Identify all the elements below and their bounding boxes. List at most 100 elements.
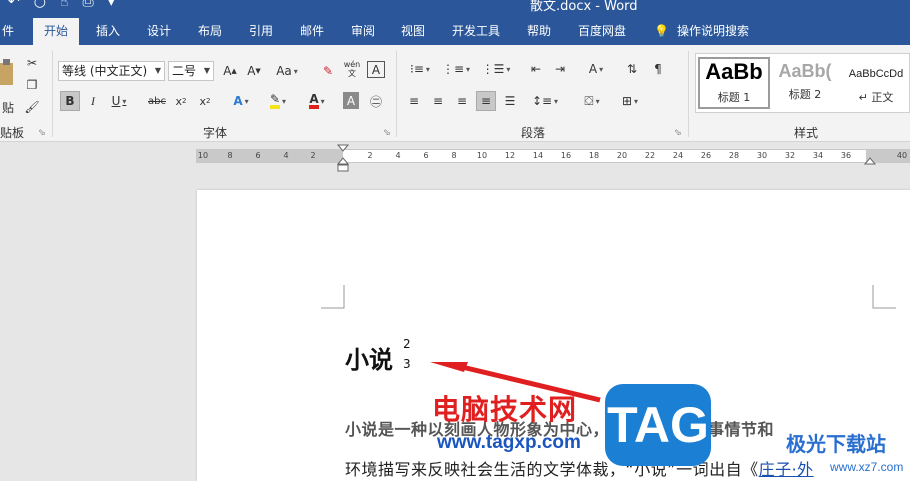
ruler-tick: 30 <box>756 151 768 160</box>
separator <box>396 51 397 137</box>
text-effects-icon[interactable]: A ▾ <box>226 91 256 111</box>
chevron-down-icon: ▼ <box>203 66 210 75</box>
italic-icon[interactable]: I <box>84 91 102 111</box>
ruler-tick: 2 <box>310 151 316 160</box>
underline-icon[interactable]: U ▾ <box>106 91 132 111</box>
clipboard-launcher-icon[interactable]: ⬂ <box>38 128 46 138</box>
style-heading-1[interactable]: AaBb 标题 1 <box>698 57 770 109</box>
copy-icon[interactable]: ❐ <box>24 75 40 95</box>
redo-icon[interactable]: ○ <box>34 0 46 16</box>
grow-font-icon[interactable]: A ▲ <box>220 61 240 81</box>
align-left-icon[interactable]: ≡ <box>404 91 424 111</box>
font-launcher-icon[interactable]: ⬂ <box>383 128 391 138</box>
ruler-tick: 6 <box>423 151 429 160</box>
increase-indent-icon[interactable]: ⇥ <box>550 59 570 79</box>
style-normal[interactable]: AaBbCcDd ↵ 正文 <box>842 57 910 109</box>
tab-file[interactable]: 件 <box>0 18 16 45</box>
tab-design[interactable]: 设计 <box>145 18 173 45</box>
phonetic-guide-icon[interactable]: wén 文 <box>342 59 362 79</box>
style-sample: AaBb <box>705 59 763 84</box>
align-center-icon[interactable]: ≡ <box>428 91 448 111</box>
tab-insert[interactable]: 插入 <box>94 18 122 45</box>
numbering-icon[interactable]: ⋮≡ ▾ <box>440 59 472 79</box>
document-heading[interactable]: 小说 2 3 <box>345 338 411 375</box>
character-border-icon[interactable]: A <box>367 61 385 78</box>
left-indent-marker[interactable] <box>337 144 349 172</box>
margin-corner-top-left <box>321 285 345 309</box>
paste-icon[interactable] <box>0 53 14 93</box>
font-name-combo[interactable]: 等线 (中文正文) ▼ <box>58 61 165 81</box>
ruler-left-margin <box>196 150 343 162</box>
style-sample: AaBb( <box>778 61 832 81</box>
touch-mode-icon[interactable]: ☝ <box>60 0 69 16</box>
font-color-icon[interactable]: A ▾ <box>302 91 332 111</box>
body-link[interactable]: 庄子·外 <box>759 460 814 479</box>
style-name: 标题 1 <box>717 91 751 104</box>
decrease-indent-icon[interactable]: ⇤ <box>526 59 546 79</box>
line-spacing-icon[interactable]: ↕≡ ▾ <box>530 91 560 111</box>
character-shading-icon[interactable]: A <box>343 92 359 109</box>
tab-tell-me[interactable]: 💡 操作说明搜索 <box>652 18 751 45</box>
shading-icon[interactable]: ⛋ ▾ <box>576 91 608 111</box>
chevron-down-icon: ▼ <box>154 66 161 75</box>
tab-developer[interactable]: 开发工具 <box>450 18 502 45</box>
ruler-tick: 10 <box>197 151 209 160</box>
quick-access-toolbar: ↶ ○ ☝ ⎙ ▾ <box>0 0 115 16</box>
align-right-icon[interactable]: ≡ <box>452 91 472 111</box>
distributed-icon[interactable]: ☰ <box>500 91 520 111</box>
font-size-value: 二号 <box>172 64 197 78</box>
ruler-tick: 34 <box>812 151 824 160</box>
chinese-layout-icon[interactable]: A ▾ <box>580 59 612 79</box>
tab-home[interactable]: 开始 <box>33 18 80 45</box>
highlight-color-icon[interactable]: ✎ ▾ <box>262 91 294 111</box>
tab-mailings[interactable]: 邮件 <box>298 18 326 45</box>
ruler-area: 10 8 6 4 2 2 4 6 8 10 12 14 16 18 20 22 … <box>0 142 910 172</box>
ruler-tick: 18 <box>588 151 600 160</box>
clear-formatting-icon[interactable]: ✎ <box>318 61 338 81</box>
heading-superscript: 2 <box>403 337 411 351</box>
superscript-icon[interactable]: x2 <box>196 91 214 111</box>
print-preview-icon[interactable]: ⎙ <box>82 0 93 16</box>
enclose-characters-icon[interactable]: ㊁ <box>367 91 385 111</box>
show-marks-icon[interactable]: ¶ <box>648 59 668 79</box>
separator <box>52 51 53 137</box>
change-case-button[interactable]: Aa ▾ <box>272 61 302 81</box>
right-indent-marker[interactable] <box>864 156 876 166</box>
horizontal-ruler[interactable]: 10 8 6 4 2 2 4 6 8 10 12 14 16 18 20 22 … <box>196 149 910 163</box>
change-case-label: Aa <box>276 64 292 78</box>
justify-icon[interactable]: ≡ <box>476 91 496 111</box>
paragraph-launcher-icon[interactable]: ⬂ <box>674 128 682 138</box>
undo-icon[interactable]: ↶ <box>8 0 20 16</box>
font-group-label: 字体 <box>203 126 228 140</box>
subscript-icon[interactable]: x2 <box>172 91 190 111</box>
borders-icon[interactable]: ⊞ ▾ <box>614 91 646 111</box>
ruler-tick: 4 <box>395 151 401 160</box>
multilevel-list-icon[interactable]: ⋮☰ ▾ <box>476 59 516 79</box>
tab-layout[interactable]: 布局 <box>196 18 224 45</box>
bold-icon[interactable]: B <box>60 91 80 111</box>
strikethrough-icon[interactable]: abc <box>146 91 168 111</box>
ruler-tick: 40 <box>896 151 908 160</box>
tab-view[interactable]: 视图 <box>399 18 427 45</box>
ruler-tick: 22 <box>644 151 656 160</box>
paste-label[interactable]: 贴 <box>0 97 16 117</box>
bullets-icon[interactable]: ⁝≡ ▾ <box>404 59 436 79</box>
tab-help[interactable]: 帮助 <box>525 18 553 45</box>
tab-references[interactable]: 引用 <box>247 18 275 45</box>
shrink-font-icon[interactable]: A ▼ <box>244 61 264 81</box>
phonetic-guide-bottom: 文 <box>348 69 356 78</box>
cut-icon[interactable]: ✂ <box>24 53 40 73</box>
customize-qat-icon[interactable]: ▾ <box>108 0 115 16</box>
style-sample: AaBbCcDd <box>848 68 904 80</box>
watermark-site-url: www.xz7.com <box>830 460 904 474</box>
format-painter-icon[interactable]: 🖌 <box>24 97 40 117</box>
title-bar: ↶ ○ ☝ ⎙ ▾ 散文.docx - Word <box>0 0 910 18</box>
tab-baidu-netdisk[interactable]: 百度网盘 <box>576 18 628 45</box>
tab-review[interactable]: 审阅 <box>349 18 377 45</box>
body-line-2[interactable]: 环境描写来反映社会生活的文学体裁，“小说”一词出自《庄子·外 <box>345 456 814 480</box>
watermark-url: www.tagxp.com <box>437 432 581 453</box>
ruler-tick: 14 <box>532 151 544 160</box>
style-heading-2[interactable]: AaBb( 标题 2 <box>774 57 836 109</box>
sort-icon[interactable]: ⇅ <box>622 59 642 79</box>
font-size-combo[interactable]: 二号 ▼ <box>168 61 214 81</box>
